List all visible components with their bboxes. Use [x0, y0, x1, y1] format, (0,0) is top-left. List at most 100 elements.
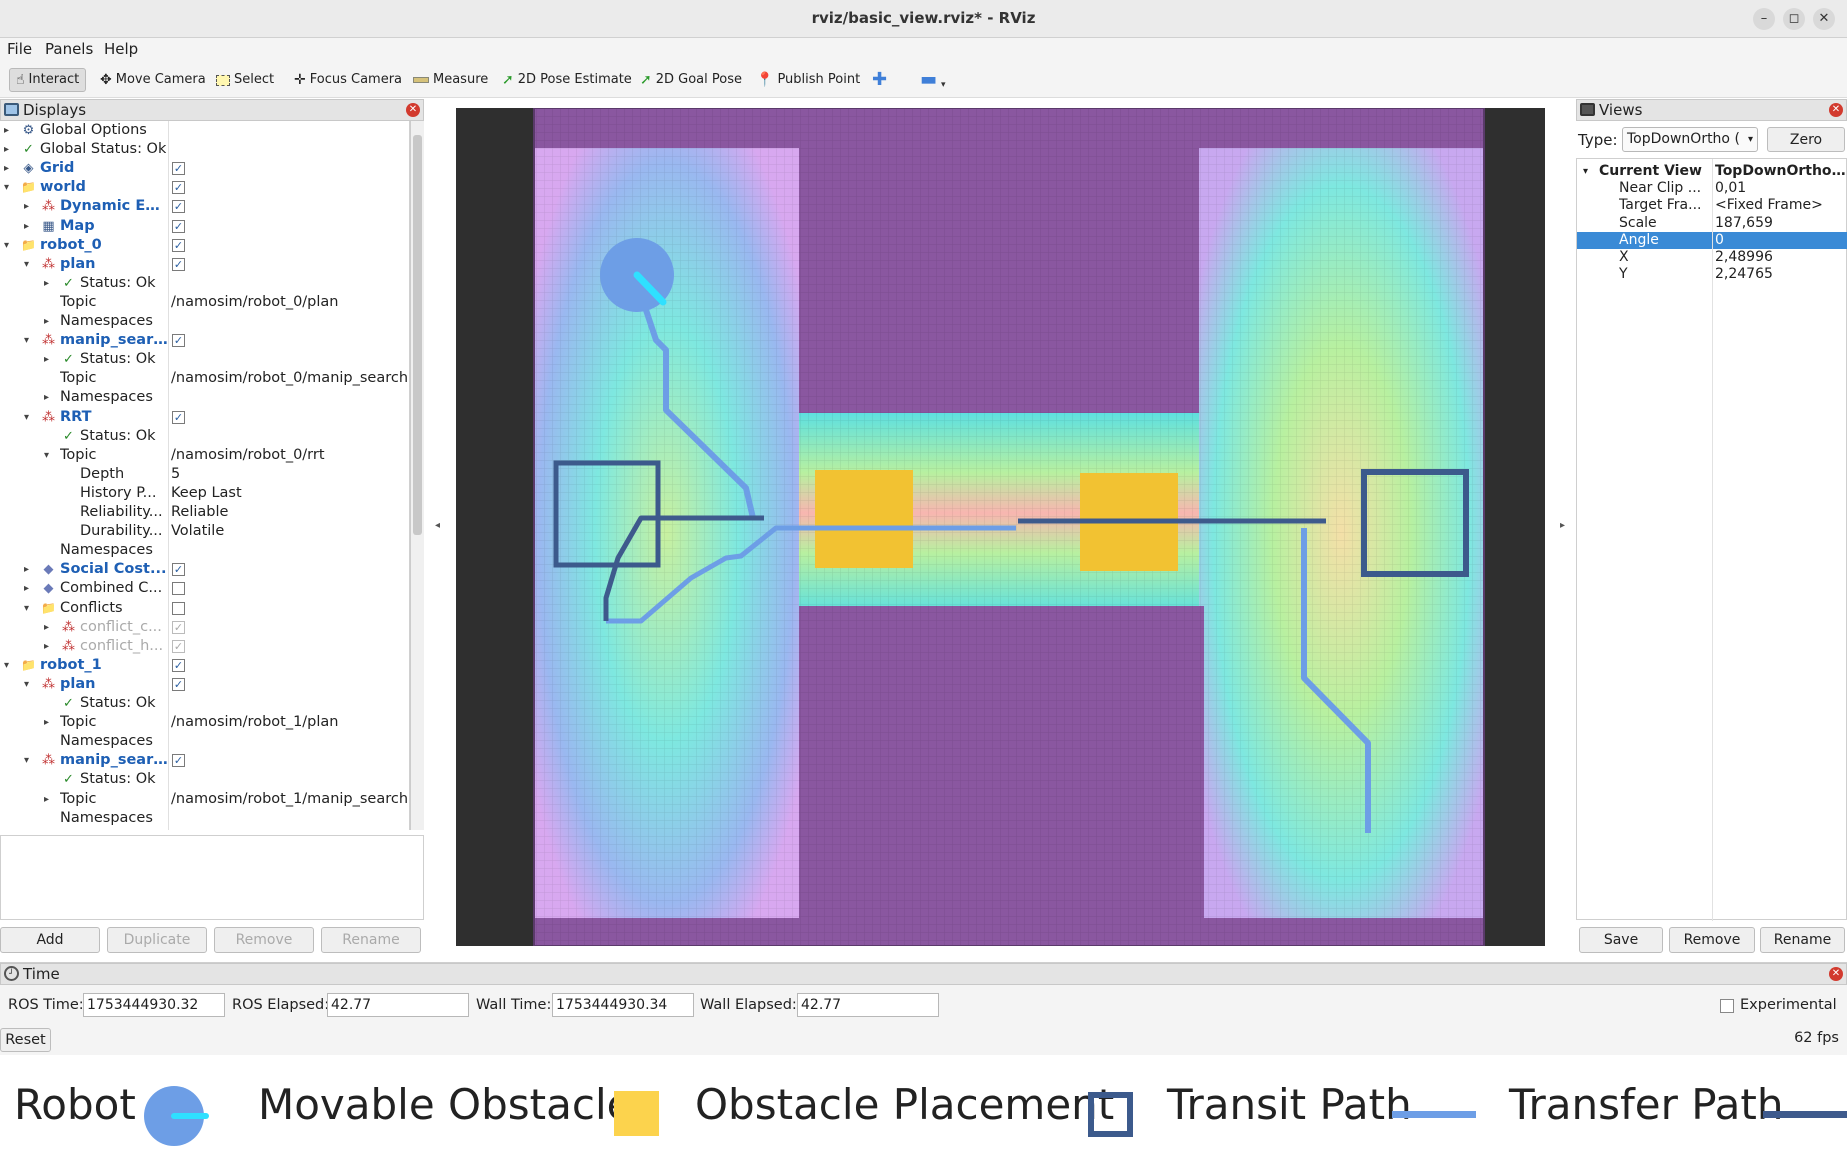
- display-tree-row[interactable]: ▸ Namespaces: [0, 312, 409, 331]
- collapsed-arrow-icon[interactable]: ▸: [24, 217, 29, 236]
- tool-measure[interactable]: Measure: [413, 68, 488, 92]
- collapsed-arrow-icon[interactable]: ▸: [4, 159, 9, 178]
- display-tree-row[interactable]: ▸ Namespaces: [0, 388, 409, 407]
- display-tree-value[interactable]: Keep Last: [171, 484, 242, 503]
- tool-select[interactable]: Select: [216, 68, 274, 92]
- displays-scrollbar[interactable]: [410, 121, 424, 830]
- close-displays-panel-icon[interactable]: ✕: [406, 103, 420, 117]
- display-tree-value[interactable]: /namosim/robot_0/rrt: [171, 446, 325, 465]
- tool-interact[interactable]: ☝ Interact: [9, 68, 87, 92]
- display-tree-row[interactable]: ▸ ✓ Status: Ok: [0, 274, 409, 293]
- right-collapse-handle[interactable]: ▸: [1560, 520, 1565, 531]
- display-enable-checkbox[interactable]: [172, 601, 185, 615]
- display-tree-row[interactable]: ▾ 📁 Conflicts: [0, 599, 409, 618]
- display-tree-value[interactable]: Volatile: [171, 522, 224, 541]
- display-tree-row[interactable]: ✓ Status: Ok: [0, 694, 409, 713]
- tool-move-camera[interactable]: ✥ Move Camera: [100, 68, 206, 92]
- collapsed-arrow-icon[interactable]: ▸: [44, 618, 49, 637]
- collapsed-arrow-icon[interactable]: ▸: [44, 350, 49, 369]
- collapsed-arrow-icon[interactable]: ▸: [24, 560, 29, 579]
- display-tree-value[interactable]: Reliable: [171, 503, 228, 522]
- maximize-button[interactable]: ◻: [1783, 8, 1805, 30]
- add-display-button[interactable]: Add: [0, 927, 100, 953]
- collapsed-arrow-icon[interactable]: ▸: [24, 197, 29, 216]
- view-property-value[interactable]: 0,01: [1715, 180, 1846, 197]
- display-tree-row[interactable]: History P... Keep Last: [0, 484, 409, 503]
- display-enable-checkbox[interactable]: ✓: [172, 334, 185, 348]
- display-tree-row[interactable]: ▾ 📁 robot_1 ✓: [0, 656, 409, 675]
- expanded-arrow-icon[interactable]: ▾: [24, 751, 29, 770]
- display-tree-row[interactable]: ▾ ⁂ manip_search ✓: [0, 751, 409, 770]
- experimental-checkbox[interactable]: [1720, 999, 1734, 1013]
- view-property-value[interactable]: 0: [1715, 232, 1846, 249]
- display-tree-value[interactable]: /namosim/robot_0/plan: [171, 293, 339, 312]
- menu-help[interactable]: Help: [104, 40, 138, 58]
- remove-tool-button[interactable]: ▬ ▾: [920, 68, 946, 92]
- display-enable-checkbox[interactable]: [172, 582, 185, 596]
- remove-view-button[interactable]: Remove: [1669, 927, 1755, 953]
- display-enable-checkbox[interactable]: ✓: [172, 677, 185, 691]
- display-tree-row[interactable]: ▾ ⁂ RRT ✓: [0, 408, 409, 427]
- close-time-panel-icon[interactable]: ✕: [1829, 967, 1843, 981]
- expanded-arrow-icon[interactable]: ▾: [24, 331, 29, 350]
- collapsed-arrow-icon[interactable]: ▸: [44, 312, 49, 331]
- collapsed-arrow-icon[interactable]: ▸: [44, 790, 49, 809]
- rename-view-button[interactable]: Rename: [1760, 927, 1845, 953]
- ros-time-field[interactable]: 1753444930.32: [83, 993, 225, 1017]
- display-enable-checkbox[interactable]: ✓: [172, 219, 185, 233]
- display-tree-row[interactable]: ▸ Topic/namosim/robot_1/plan: [0, 713, 409, 732]
- collapsed-arrow-icon[interactable]: ▸: [4, 140, 9, 159]
- close-window-button[interactable]: ✕: [1813, 8, 1835, 30]
- display-tree-row[interactable]: Namespaces: [0, 732, 409, 751]
- display-tree-row[interactable]: ✓ Status: Ok: [0, 770, 409, 789]
- minimize-button[interactable]: –: [1753, 8, 1775, 30]
- collapsed-arrow-icon[interactable]: ▸: [44, 274, 49, 293]
- display-enable-checkbox[interactable]: ✓: [172, 754, 185, 768]
- ros-elapsed-field[interactable]: 42.77: [327, 993, 469, 1017]
- zero-view-button[interactable]: Zero: [1767, 127, 1845, 152]
- display-enable-checkbox[interactable]: ✓: [172, 257, 185, 271]
- display-enable-checkbox[interactable]: ✓: [172, 162, 185, 176]
- tool-focus-camera[interactable]: ✛ Focus Camera: [294, 68, 402, 92]
- tool-pose-estimate[interactable]: ➚ 2D Pose Estimate: [502, 68, 632, 92]
- display-enable-checkbox[interactable]: ✓: [172, 200, 185, 214]
- expanded-arrow-icon[interactable]: ▾: [44, 446, 49, 465]
- display-tree-value[interactable]: 5: [171, 465, 180, 484]
- wall-time-field[interactable]: 1753444930.34: [552, 993, 694, 1017]
- expanded-arrow-icon[interactable]: ▾: [24, 408, 29, 427]
- expanded-arrow-icon[interactable]: ▾: [24, 675, 29, 694]
- display-tree-value[interactable]: /namosim/robot_0/manip_search: [171, 369, 408, 388]
- tool-goal-pose[interactable]: ➚ 2D Goal Pose: [640, 68, 742, 92]
- display-tree-row[interactable]: ▸ ⁂ Dynamic En... ✓: [0, 197, 409, 216]
- collapsed-arrow-icon[interactable]: ▸: [24, 579, 29, 598]
- display-tree-row[interactable]: Depth 5: [0, 465, 409, 484]
- display-tree-row[interactable]: ▾ ⁂ plan ✓: [0, 675, 409, 694]
- menu-file[interactable]: File: [7, 40, 32, 58]
- add-tool-button[interactable]: ✚: [872, 68, 887, 92]
- display-tree-row[interactable]: ▸ Topic/namosim/robot_1/manip_search: [0, 790, 409, 809]
- scrollbar-thumb[interactable]: [413, 135, 422, 535]
- display-tree-row[interactable]: Reliability... Reliable: [0, 503, 409, 522]
- save-view-button[interactable]: Save: [1579, 927, 1663, 953]
- view-property-value[interactable]: <Fixed Frame>: [1715, 197, 1846, 214]
- display-enable-checkbox[interactable]: ✓: [172, 620, 185, 634]
- display-tree-row[interactable]: ▸ ✓ Status: Ok: [0, 350, 409, 369]
- menu-panels[interactable]: Panels: [45, 40, 93, 58]
- display-enable-checkbox[interactable]: ✓: [172, 658, 185, 672]
- view-property-value[interactable]: 2,24765: [1715, 266, 1846, 283]
- collapsed-arrow-icon[interactable]: ▸: [44, 388, 49, 407]
- view-property-value[interactable]: TopDownOrtho ...: [1715, 163, 1846, 180]
- display-tree-row[interactable]: ▾ Topic/namosim/robot_0/rrt: [0, 446, 409, 465]
- view-property-value[interactable]: 2,48996: [1715, 249, 1846, 266]
- display-tree-row[interactable]: ▾ 📁 world ✓: [0, 178, 409, 197]
- display-tree-row[interactable]: ▸ ⚙ Global Options: [0, 121, 409, 140]
- expanded-arrow-icon[interactable]: ▾: [24, 255, 29, 274]
- collapsed-arrow-icon[interactable]: ▸: [4, 121, 9, 140]
- display-enable-checkbox[interactable]: ✓: [172, 410, 185, 424]
- expanded-arrow-icon[interactable]: ▾: [4, 236, 9, 255]
- expanded-arrow-icon[interactable]: ▾: [4, 178, 9, 197]
- left-collapse-handle[interactable]: ◂: [435, 520, 440, 531]
- display-tree-row[interactable]: Namespaces: [0, 541, 409, 560]
- display-tree-row[interactable]: ▸ ◆ Combined C...: [0, 579, 409, 598]
- display-tree-row[interactable]: ▾ 📁 robot_0 ✓: [0, 236, 409, 255]
